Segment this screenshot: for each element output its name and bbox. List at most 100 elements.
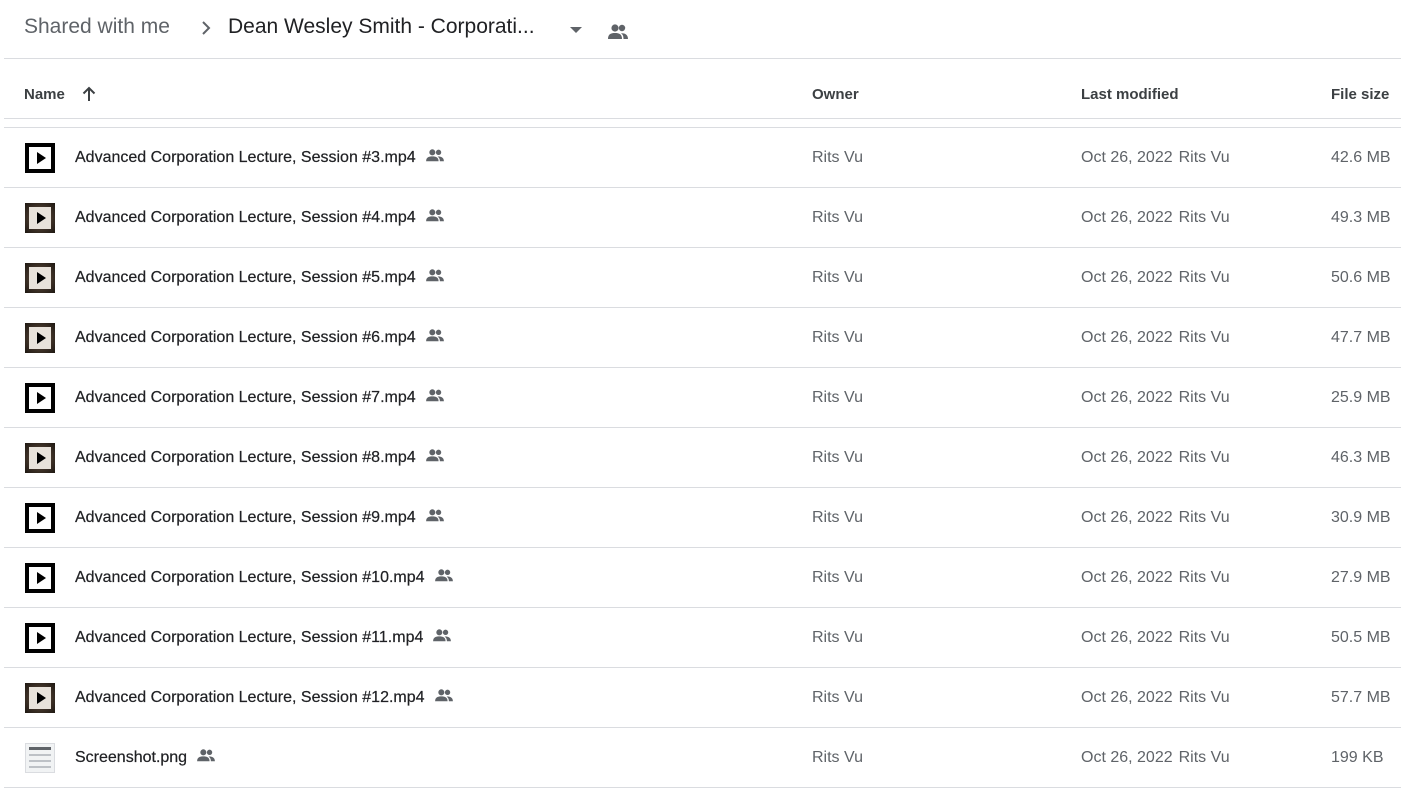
video-thumbnail [25,563,55,593]
video-thumbnail [25,323,55,353]
modified-by: Rits Vu [1178,749,1230,766]
file-row[interactable]: Advanced Corporation Lecture, Session #1… [4,548,1401,608]
people-icon [424,327,446,343]
file-size: 57.7 MB [1331,689,1391,706]
breadcrumb-current-folder[interactable]: Dean Wesley Smith - Corporati... [228,15,535,39]
image-thumbnail [25,743,55,773]
file-last-modified: Oct 26, 2022 Rits Vu [1081,149,1230,167]
file-name[interactable]: Advanced Corporation Lecture, Session #9… [75,509,446,527]
file-size: 46.3 MB [1331,449,1391,466]
file-row[interactable]: Advanced Corporation Lecture, Session #5… [4,248,1401,308]
modified-date: Oct 26, 2022 [1081,509,1173,526]
modified-by: Rits Vu [1178,269,1230,286]
play-icon [29,567,51,589]
file-row[interactable]: Advanced Corporation Lecture, Session #7… [4,368,1401,428]
arrow-up-icon[interactable] [80,85,98,103]
modified-by: Rits Vu [1178,629,1230,646]
video-thumbnail [25,383,55,413]
arrow-drop-down-icon[interactable] [566,20,586,38]
file-name[interactable]: Screenshot.png [75,749,217,767]
people-icon [195,747,217,763]
header-bar: Shared with me Dean Wesley Smith - Corpo… [0,0,1401,58]
file-row[interactable]: Screenshot.png Rits Vu Oct 26, 2022 Rits Vu… [4,728,1401,788]
file-name-text: Advanced Corporation Lecture, Session #7… [75,389,416,406]
modified-date: Oct 26, 2022 [1081,389,1173,406]
file-row[interactable]: Advanced Corporation Lecture, Session #3… [4,128,1401,188]
file-size: 50.5 MB [1331,629,1391,646]
file-name-text: Advanced Corporation Lecture, Session #6… [75,329,416,346]
file-row[interactable]: Advanced Corporation Lecture, Session #1… [4,668,1401,728]
play-icon [29,147,51,169]
modified-date: Oct 26, 2022 [1081,149,1173,166]
file-last-modified: Oct 26, 2022 Rits Vu [1081,209,1230,227]
file-size: 47.7 MB [1331,329,1391,346]
file-owner: Rits Vu [812,209,863,226]
file-name-text: Advanced Corporation Lecture, Session #1… [75,689,425,706]
file-name-text: Screenshot.png [75,749,188,766]
video-thumbnail [25,503,55,533]
file-last-modified: Oct 26, 2022 Rits Vu [1081,449,1230,467]
column-header-file-size[interactable]: File size [1331,86,1389,103]
file-owner: Rits Vu [812,389,863,406]
file-owner: Rits Vu [812,629,863,646]
modified-date: Oct 26, 2022 [1081,749,1173,766]
file-name[interactable]: Advanced Corporation Lecture, Session #1… [75,689,455,707]
column-header-name[interactable]: Name [24,86,65,103]
play-icon [29,207,51,229]
modified-by: Rits Vu [1178,569,1230,586]
play-icon [29,507,51,529]
people-icon [431,627,453,643]
modified-by: Rits Vu [1178,389,1230,406]
file-owner: Rits Vu [812,569,863,586]
modified-by: Rits Vu [1178,449,1230,466]
file-name[interactable]: Advanced Corporation Lecture, Session #1… [75,629,453,647]
people-icon [424,207,446,223]
file-row[interactable]: Advanced Corporation Lecture, Session #8… [4,428,1401,488]
chevron-right-icon [202,21,211,35]
column-header-owner[interactable]: Owner [812,86,859,103]
file-name[interactable]: Advanced Corporation Lecture, Session #5… [75,269,446,287]
video-thumbnail [25,263,55,293]
file-size: 199 KB [1331,749,1384,766]
people-icon [424,267,446,283]
file-last-modified: Oct 26, 2022 Rits Vu [1081,569,1230,587]
file-name-text: Advanced Corporation Lecture, Session #1… [75,569,425,586]
play-icon [29,687,51,709]
play-icon [29,327,51,349]
modified-date: Oct 26, 2022 [1081,269,1173,286]
file-name[interactable]: Advanced Corporation Lecture, Session #7… [75,389,446,407]
column-header-divider [4,118,1401,119]
modified-by: Rits Vu [1178,689,1230,706]
file-name-text: Advanced Corporation Lecture, Session #1… [75,629,424,646]
column-header-row: Name Owner Last modified File size [0,59,1401,119]
people-icon[interactable] [606,20,630,42]
breadcrumb-shared-with-me[interactable]: Shared with me [24,15,170,39]
file-owner: Rits Vu [812,269,863,286]
file-last-modified: Oct 26, 2022 Rits Vu [1081,629,1230,647]
video-thumbnail [25,623,55,653]
video-thumbnail [25,683,55,713]
file-row[interactable]: Advanced Corporation Lecture, Session #9… [4,488,1401,548]
file-last-modified: Oct 26, 2022 Rits Vu [1081,509,1230,527]
file-name[interactable]: Advanced Corporation Lecture, Session #6… [75,329,446,347]
people-icon [433,567,455,583]
file-size: 30.9 MB [1331,509,1391,526]
column-header-last-modified[interactable]: Last modified [1081,86,1179,103]
file-list: Advanced Corporation Lecture, Session #3… [0,128,1401,788]
file-row[interactable]: Advanced Corporation Lecture, Session #4… [4,188,1401,248]
modified-date: Oct 26, 2022 [1081,449,1173,466]
file-name[interactable]: Advanced Corporation Lecture, Session #4… [75,209,446,227]
people-icon [433,687,455,703]
modified-date: Oct 26, 2022 [1081,329,1173,346]
video-thumbnail [25,443,55,473]
file-size: 27.9 MB [1331,569,1391,586]
file-owner: Rits Vu [812,689,863,706]
people-icon [424,147,446,163]
file-name[interactable]: Advanced Corporation Lecture, Session #1… [75,569,455,587]
file-name[interactable]: Advanced Corporation Lecture, Session #3… [75,149,446,167]
file-name[interactable]: Advanced Corporation Lecture, Session #8… [75,449,446,467]
file-size: 50.6 MB [1331,269,1391,286]
modified-date: Oct 26, 2022 [1081,629,1173,646]
file-row[interactable]: Advanced Corporation Lecture, Session #1… [4,608,1401,668]
file-row[interactable]: Advanced Corporation Lecture, Session #6… [4,308,1401,368]
